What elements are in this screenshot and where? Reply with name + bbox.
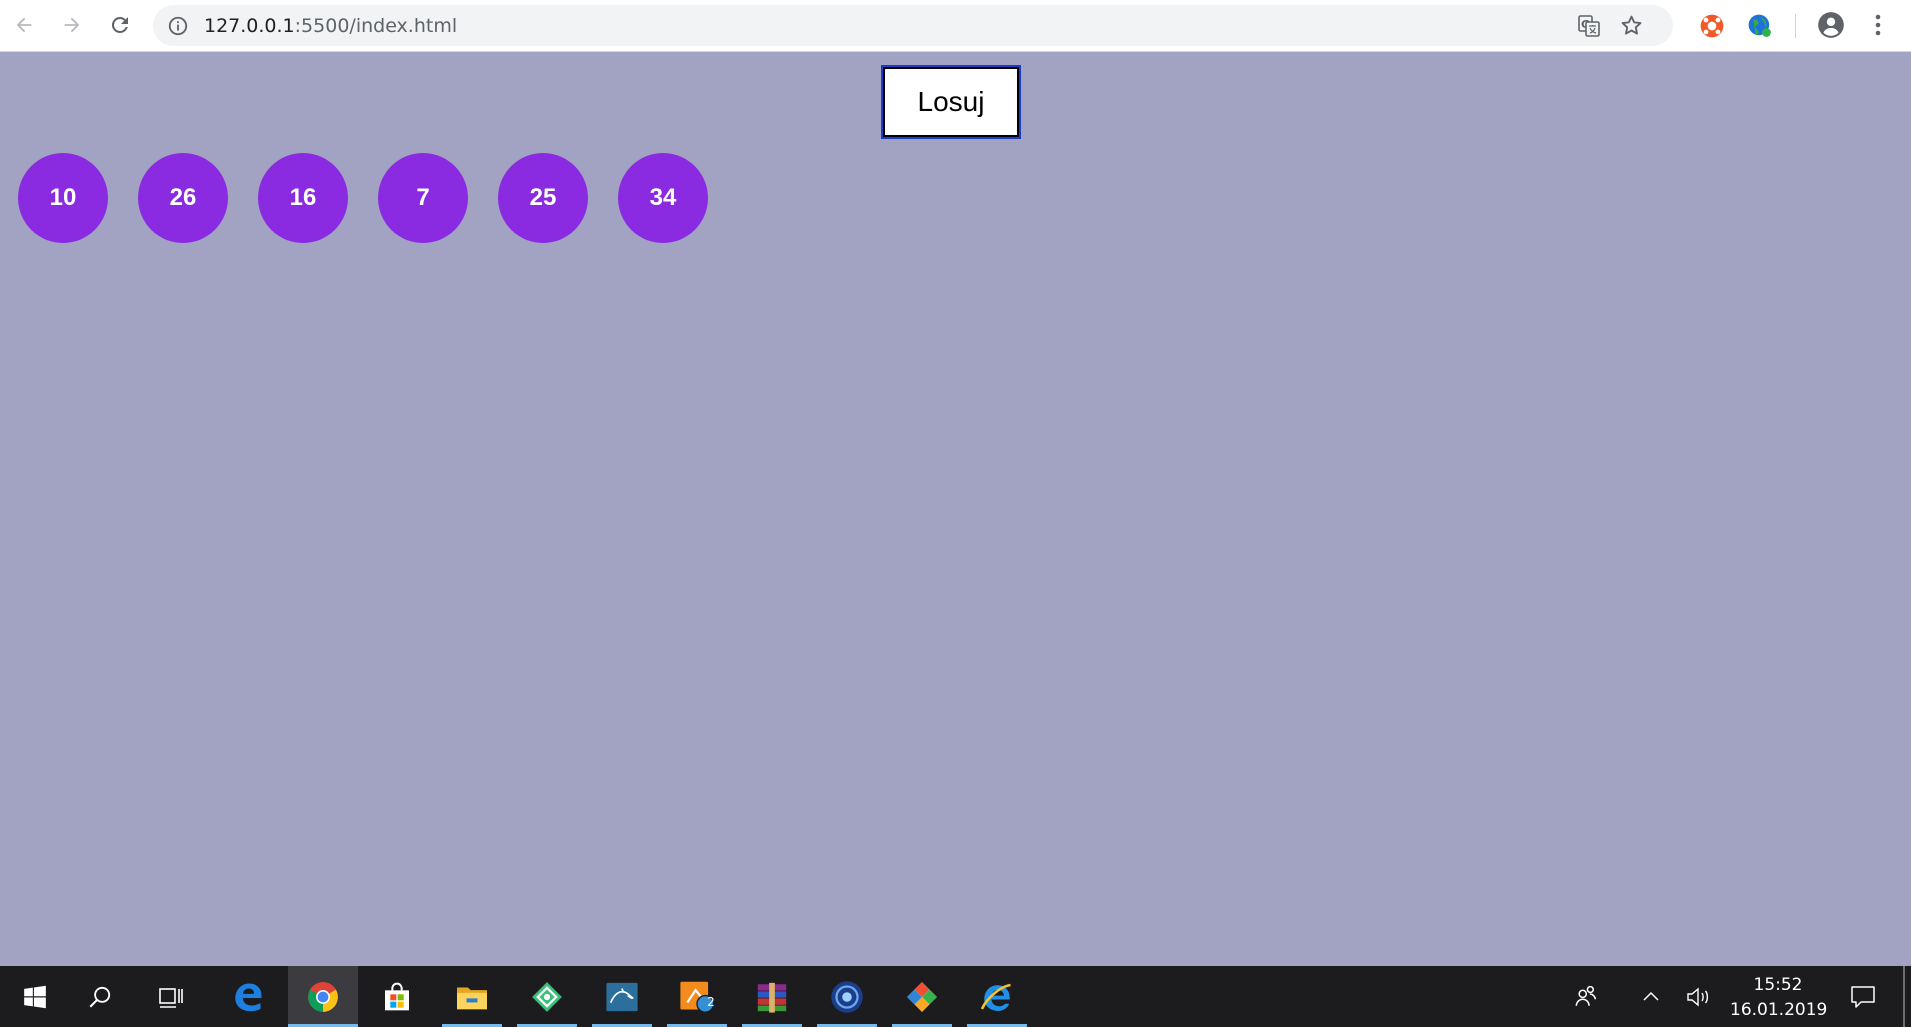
taskbar-gitkraken[interactable] xyxy=(887,966,957,1027)
lottery-ball: 16 xyxy=(258,153,348,243)
chrome-icon xyxy=(308,981,338,1012)
start-button[interactable] xyxy=(0,966,70,1027)
address-bar[interactable]: 127.0.0.1:5500/index.html G xyxy=(153,5,1673,46)
browser-toolbar: 127.0.0.1:5500/index.html G xyxy=(0,0,1911,52)
more-menu-icon[interactable] xyxy=(1866,11,1890,39)
volume-icon[interactable] xyxy=(1685,984,1713,1010)
blue-circle-app-icon xyxy=(831,980,863,1013)
taskbar-store[interactable] xyxy=(362,966,432,1027)
reload-icon xyxy=(111,16,128,33)
winrar-icon xyxy=(757,982,787,1013)
back-arrow-icon xyxy=(16,17,32,33)
store-icon xyxy=(385,982,409,1010)
lottery-ball: 10 xyxy=(18,153,108,243)
star-icon[interactable] xyxy=(1619,13,1644,38)
taskbar-mysql-workbench[interactable] xyxy=(587,966,657,1027)
start-icon xyxy=(24,985,46,1008)
translate-icon[interactable]: G xyxy=(1577,14,1601,38)
clock-time[interactable]: 15:52 xyxy=(1730,975,1826,995)
lottery-ball: 7 xyxy=(378,153,468,243)
windows-taskbar: 2 15:52 16.01.2019 xyxy=(0,966,1911,1027)
notification-badge: 2 xyxy=(707,995,715,1009)
action-center-icon[interactable] xyxy=(1849,984,1877,1010)
clock-date[interactable]: 16.01.2019 xyxy=(1730,1000,1827,1020)
url-host: 127.0.0.1 xyxy=(204,15,295,37)
draw-button[interactable]: Losuj xyxy=(881,65,1021,139)
mysql-workbench-icon xyxy=(606,982,638,1011)
taskbar-edge[interactable] xyxy=(213,966,283,1027)
page-viewport: Losuj 10 26 16 7 25 34 xyxy=(0,53,1911,966)
taskbar-git-app[interactable]: 2 xyxy=(662,966,732,1027)
profile-icon[interactable] xyxy=(1817,11,1845,39)
url-text[interactable]: 127.0.0.1:5500/index.html xyxy=(204,15,457,37)
edge-icon xyxy=(235,983,262,1011)
extension-icon[interactable] xyxy=(1699,13,1725,39)
taskbar-chrome[interactable] xyxy=(288,966,358,1027)
forward-arrow-icon xyxy=(64,17,80,33)
url-path: :5500/index.html xyxy=(294,15,458,37)
internet-explorer-icon xyxy=(980,983,1011,1011)
task-view-button[interactable] xyxy=(136,966,206,1027)
taskbar-winrar[interactable] xyxy=(737,966,807,1027)
taskbar-app-blue[interactable] xyxy=(812,966,882,1027)
show-desktop-button[interactable] xyxy=(1903,966,1905,1027)
search-button[interactable] xyxy=(65,966,135,1027)
task-view-icon xyxy=(159,987,183,1008)
extension-globe-icon[interactable] xyxy=(1747,13,1773,39)
search-icon xyxy=(89,986,111,1007)
chevron-up-icon[interactable] xyxy=(1640,986,1662,1006)
file-explorer-icon xyxy=(457,986,487,1009)
info-icon[interactable] xyxy=(167,15,189,37)
forward-button[interactable] xyxy=(55,8,89,42)
green-diamond-app-icon xyxy=(532,981,562,1012)
taskbar-internet-explorer[interactable] xyxy=(962,966,1032,1027)
back-button[interactable] xyxy=(7,8,41,42)
lottery-ball: 25 xyxy=(498,153,588,243)
gitkraken-icon xyxy=(907,981,937,1012)
taskbar-file-explorer[interactable] xyxy=(437,966,507,1027)
lottery-ball: 26 xyxy=(138,153,228,243)
lottery-ball: 34 xyxy=(618,153,708,243)
reload-button[interactable] xyxy=(103,8,137,42)
toolbar-divider xyxy=(1795,14,1796,38)
people-icon[interactable] xyxy=(1573,983,1599,1009)
taskbar-app-green[interactable] xyxy=(512,966,582,1027)
